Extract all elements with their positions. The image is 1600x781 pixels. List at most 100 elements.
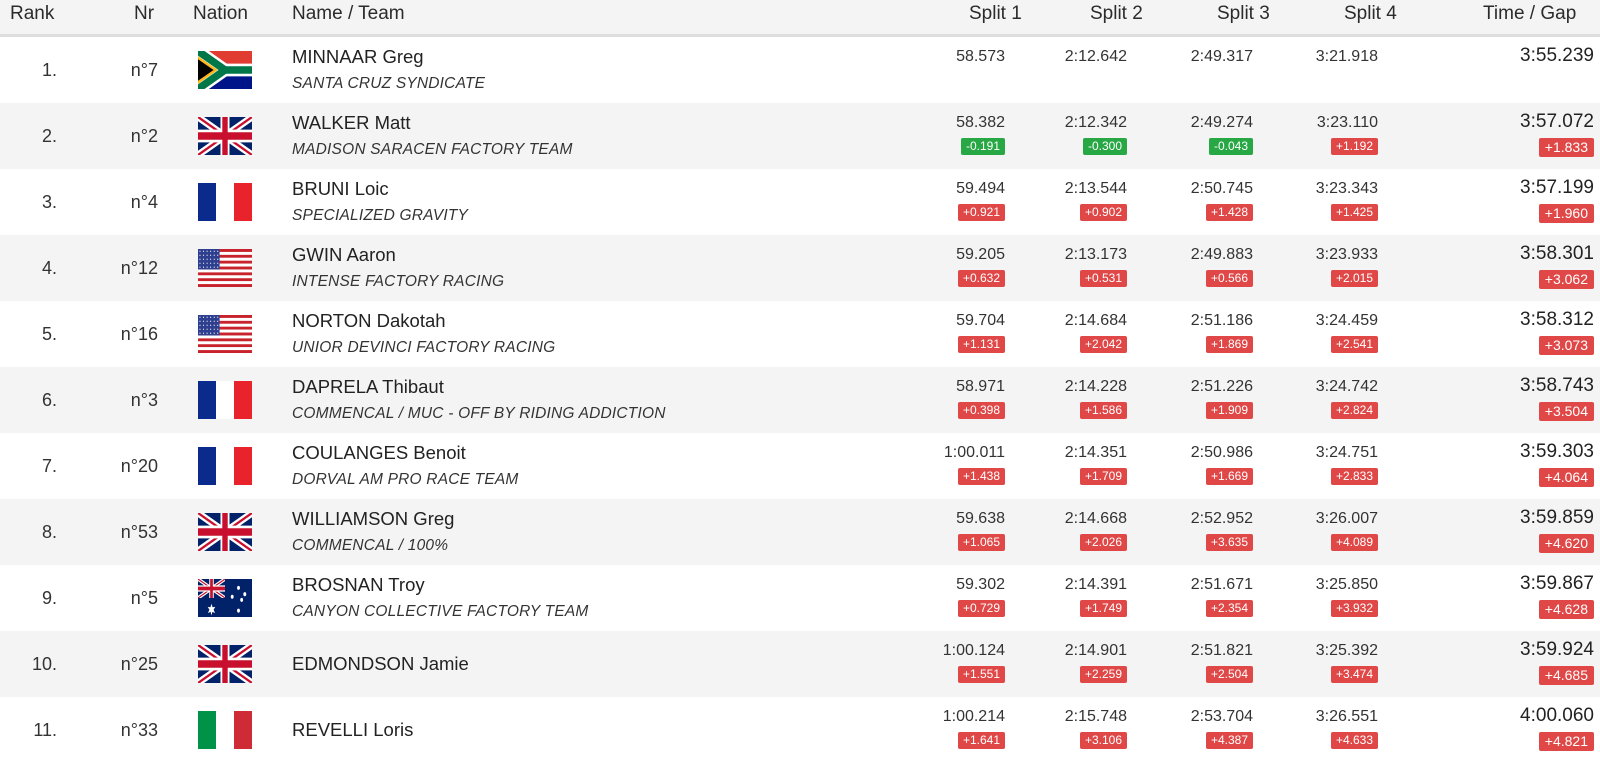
split-time: 3:25.850	[1315, 576, 1378, 593]
team-name: COMMENCAL / 100%	[292, 537, 449, 554]
column-header-split-1[interactable]: Split 1	[969, 3, 1022, 25]
rank-cell: 8.	[41, 522, 57, 542]
split-4-cell: 3:23.343 +1.425	[1238, 177, 1378, 221]
france-flag-icon	[198, 183, 252, 221]
split-3-cell: 2:51.186 +1.869	[1113, 309, 1253, 353]
split-3-cell: 2:52.952 +3.635	[1113, 507, 1253, 551]
table-row[interactable]: 4. n°12 GWIN Aaron INTENSE FACTORY RACING 59…	[0, 235, 1600, 301]
rider-name[interactable]: REVELLI Loris	[292, 719, 413, 741]
split-1-cell: 59.638 +1.065	[865, 507, 1005, 551]
bib-number-cell: n°33	[120, 720, 158, 740]
column-header-rank[interactable]: Rank	[10, 3, 54, 25]
split-2-cell: 2:14.351 +1.709	[987, 441, 1127, 485]
time-gap-badge: +4.620	[1538, 534, 1594, 553]
split-time: 59.494	[956, 180, 1005, 197]
split-time: 2:12.342	[1064, 114, 1127, 131]
bib-number-cell: n°20	[120, 456, 158, 476]
rider-name[interactable]: WILLIAMSON Greg	[292, 508, 454, 530]
time-gap-cell: 3:57.199 +1.960	[1520, 175, 1594, 223]
split-gap-badge: +3.474	[1330, 666, 1378, 683]
split-time: 2:14.901	[1064, 642, 1127, 659]
split-4-cell: 3:26.007 +4.089	[1238, 507, 1378, 551]
split-4-cell: 3:24.742 +2.824	[1238, 375, 1378, 419]
rider-name[interactable]: COULANGES Benoit	[292, 442, 466, 464]
split-3-cell: 2:53.704 +4.387	[1113, 705, 1253, 749]
column-header-split-2[interactable]: Split 2	[1090, 3, 1143, 25]
final-time: 3:58.312	[1520, 309, 1594, 330]
team-name: CANYON COLLECTIVE FACTORY TEAM	[292, 603, 589, 620]
final-time: 3:57.199	[1520, 177, 1594, 198]
table-row[interactable]: 2. n°2 WALKER Matt MADISON SARACEN FACTORY …	[0, 103, 1600, 169]
table-row[interactable]: 5. n°16 NORTON Dakotah UNIOR DEVINCI FACTOR…	[0, 301, 1600, 367]
split-time: 2:49.317	[1190, 48, 1253, 65]
split-time: 2:50.986	[1190, 444, 1253, 461]
table-row[interactable]: 8. n°53 WILLIAMSON Greg COMMENCAL / 100% 59.…	[0, 499, 1600, 565]
split-2-cell: 2:14.668 +2.026	[987, 507, 1127, 551]
table-row[interactable]: 1. n°7 MINNAAR Greg SANTA CRUZ SYNDICATE 58.…	[0, 37, 1600, 103]
split-time: 3:26.551	[1315, 708, 1378, 725]
table-row[interactable]: 7. n°20 COULANGES Benoit DORVAL AM PRO RACE…	[0, 433, 1600, 499]
time-gap-badge: +3.073	[1538, 336, 1594, 355]
split-time: 2:49.274	[1190, 114, 1253, 131]
uk-flag-icon	[196, 509, 254, 555]
split-time: 2:51.226	[1190, 378, 1253, 395]
column-header-split-4[interactable]: Split 4	[1344, 3, 1397, 25]
bib-number-cell: n°16	[120, 324, 158, 344]
split-time: 2:13.173	[1064, 246, 1127, 263]
rider-name[interactable]: WALKER Matt	[292, 112, 411, 134]
rider-name[interactable]: MINNAAR Greg	[292, 46, 424, 68]
split-4-cell: 3:21.918	[1238, 45, 1378, 69]
table-row[interactable]: 3. n°4 BRUNI Loic SPECIALIZED GRAVITY 59.494…	[0, 169, 1600, 235]
table-row[interactable]: 10. n°25 EDMONDSON Jamie 1:00.124 +1.551 2:14…	[0, 631, 1600, 697]
team-name: SANTA CRUZ SYNDICATE	[292, 75, 486, 92]
table-row[interactable]: 11. n°33 REVELLI Loris 1:00.214 +1.641 2:15.7…	[0, 697, 1600, 763]
column-header-time-gap[interactable]: Time / Gap	[1483, 3, 1576, 25]
france-flag-icon	[198, 447, 252, 485]
time-gap-cell: 4:00.060 +4.821	[1520, 703, 1594, 751]
split-2-cell: 2:15.748 +3.106	[987, 705, 1127, 749]
table-row[interactable]: 6. n°3 DAPRELA Thibaut COMMENCAL / MUC - OF…	[0, 367, 1600, 433]
bib-number-cell: n°53	[120, 522, 158, 542]
rider-name[interactable]: DAPRELA Thibaut	[292, 376, 444, 398]
split-time: 1:00.011	[943, 444, 1005, 461]
rider-name[interactable]: EDMONDSON Jamie	[292, 653, 469, 675]
rider-name[interactable]: GWIN Aaron	[292, 244, 396, 266]
team-name: SPECIALIZED GRAVITY	[292, 207, 469, 224]
column-header-split-3[interactable]: Split 3	[1217, 3, 1270, 25]
time-gap-cell: 3:55.239	[1520, 43, 1594, 69]
rank-cell: 7.	[41, 456, 57, 476]
split-4-cell: 3:24.751 +2.833	[1238, 441, 1378, 485]
split-time: 2:51.186	[1190, 312, 1253, 329]
split-time: 2:14.684	[1064, 312, 1127, 329]
time-gap-badge: +3.504	[1538, 402, 1594, 421]
table-row[interactable]: 9. n°5 BROSNAN Troy CANYON COLLECTIVE FACTO…	[0, 565, 1600, 631]
column-header-nr[interactable]: Nr	[134, 3, 154, 25]
split-4-cell: 3:25.392 +3.474	[1238, 639, 1378, 683]
split-4-cell: 3:26.551 +4.633	[1238, 705, 1378, 749]
split-time: 3:24.751	[1315, 444, 1378, 461]
split-time: 2:15.748	[1064, 708, 1127, 725]
final-time: 3:59.303	[1520, 441, 1594, 462]
rider-name[interactable]: NORTON Dakotah	[292, 310, 446, 332]
table-header: Rank Nr Nation Name / Team Split 1 Split…	[0, 0, 1600, 37]
split-3-cell: 2:51.671 +2.354	[1113, 573, 1253, 617]
final-time: 3:59.859	[1520, 507, 1594, 528]
split-time: 2:14.351	[1064, 444, 1127, 461]
rank-cell: 3.	[41, 192, 57, 212]
final-time: 3:59.867	[1520, 573, 1594, 594]
final-time: 3:59.924	[1520, 639, 1594, 660]
split-3-cell: 2:50.986 +1.669	[1113, 441, 1253, 485]
split-2-cell: 2:14.901 +2.259	[987, 639, 1127, 683]
split-time: 2:14.228	[1064, 378, 1127, 395]
split-4-cell: 3:23.933 +2.015	[1238, 243, 1378, 287]
column-header-name-team[interactable]: Name / Team	[292, 3, 405, 25]
split-time: 1:00.124	[942, 642, 1005, 659]
rank-cell: 11.	[33, 720, 57, 740]
column-header-nation[interactable]: Nation	[193, 3, 248, 25]
split-2-cell: 2:14.684 +2.042	[987, 309, 1127, 353]
rider-name[interactable]: BRUNI Loic	[292, 178, 389, 200]
rank-cell: 2.	[41, 126, 57, 146]
rider-name[interactable]: BROSNAN Troy	[292, 574, 425, 596]
split-2-cell: 2:14.228 +1.586	[987, 375, 1127, 419]
split-1-cell: 58.573	[865, 45, 1005, 69]
